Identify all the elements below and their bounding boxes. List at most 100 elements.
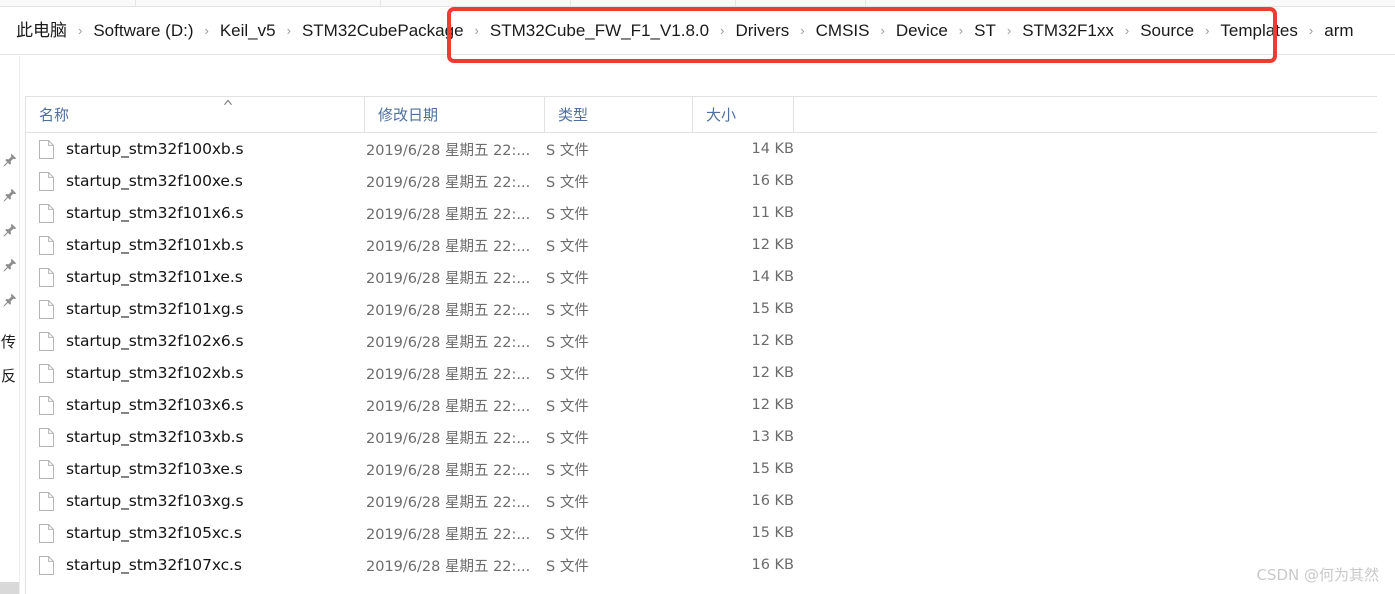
rail-label-0[interactable]: 传 <box>1 331 19 352</box>
pushpin-icon[interactable] <box>2 222 18 238</box>
text-file-icon <box>39 427 54 447</box>
cell-date-modified: 2019/6/28 星期五 22:... <box>366 430 531 447</box>
cell-size: 12 KB <box>751 397 794 413</box>
breadcrumb-separator-icon: › <box>800 22 805 38</box>
breadcrumb-item-1[interactable]: Software (D:) <box>89 17 197 45</box>
file-name-label: startup_stm32f103x6.s <box>66 396 244 414</box>
table-row[interactable]: startup_stm32f100xb.s 2019/6/28 星期五 22:..… <box>26 133 1377 165</box>
cell-name: startup_stm32f100xb.s <box>39 139 244 159</box>
breadcrumb-item-4[interactable]: STM32Cube_FW_F1_V1.8.0 <box>486 17 713 45</box>
cell-name: startup_stm32f101xg.s <box>39 299 244 319</box>
text-file-icon <box>39 555 54 575</box>
table-row[interactable]: startup_stm32f103xe.s 2019/6/28 星期五 22:..… <box>26 453 1377 485</box>
table-row[interactable]: startup_stm32f105xc.s 2019/6/28 星期五 22:..… <box>26 517 1377 549</box>
cell-name: startup_stm32f107xc.s <box>39 555 242 575</box>
file-name-label: startup_stm32f102x6.s <box>66 332 244 350</box>
column-header-2[interactable]: 类型 <box>545 97 693 132</box>
breadcrumb-item-0[interactable]: 此电脑 <box>12 17 71 45</box>
cell-size: 15 KB <box>751 461 794 477</box>
breadcrumb-item-7[interactable]: Device <box>892 17 952 45</box>
column-header-row[interactable]: 名称 修改日期 类型 大小 <box>26 97 1377 133</box>
cell-date-modified: 2019/6/28 星期五 22:... <box>366 494 531 511</box>
cell-date-modified: 2019/6/28 星期五 22:... <box>366 366 531 383</box>
breadcrumb-item-11[interactable]: Templates <box>1216 17 1301 45</box>
breadcrumb-item-12[interactable]: arm <box>1320 17 1357 45</box>
watermark: CSDN @何为其然 <box>1256 566 1379 584</box>
text-file-icon <box>39 459 54 479</box>
breadcrumb-item-3[interactable]: STM32CubePackage <box>298 17 468 45</box>
breadcrumb-separator-icon: › <box>474 22 479 38</box>
cell-size: 13 KB <box>751 429 794 445</box>
text-file-icon <box>39 491 54 511</box>
table-row[interactable]: startup_stm32f107xc.s 2019/6/28 星期五 22:..… <box>26 549 1377 581</box>
breadcrumb-item-2[interactable]: Keil_v5 <box>216 17 280 45</box>
breadcrumb-item-9[interactable]: STM32F1xx <box>1018 17 1118 45</box>
table-row[interactable]: startup_stm32f100xe.s 2019/6/28 星期五 22:..… <box>26 165 1377 197</box>
table-row[interactable]: startup_stm32f103xg.s 2019/6/28 星期五 22:..… <box>26 485 1377 517</box>
file-name-label: startup_stm32f101xe.s <box>66 268 243 286</box>
table-row[interactable]: startup_stm32f101xe.s 2019/6/28 星期五 22:..… <box>26 261 1377 293</box>
breadcrumb-item-5[interactable]: Drivers <box>731 17 793 45</box>
pushpin-icon[interactable] <box>2 187 18 203</box>
text-file-icon <box>39 267 54 287</box>
breadcrumb-item-8[interactable]: ST <box>970 17 1000 45</box>
file-name-label: startup_stm32f103xe.s <box>66 460 243 478</box>
column-header-3[interactable]: 大小 <box>693 97 794 132</box>
file-name-label: startup_stm32f101xg.s <box>66 300 244 318</box>
file-rows: startup_stm32f100xb.s 2019/6/28 星期五 22:..… <box>26 133 1377 581</box>
table-row[interactable]: startup_stm32f101xg.s 2019/6/28 星期五 22:..… <box>26 293 1377 325</box>
rail-scroll-thumb[interactable] <box>0 582 19 594</box>
cell-type: S 文件 <box>546 430 589 447</box>
cell-size: 12 KB <box>751 365 794 381</box>
cell-name: startup_stm32f103xg.s <box>39 491 244 511</box>
breadcrumb-separator-icon: › <box>1205 22 1210 38</box>
column-header-0[interactable]: 名称 <box>26 97 365 132</box>
cell-type: S 文件 <box>546 142 589 159</box>
table-row[interactable]: startup_stm32f103xb.s 2019/6/28 星期五 22:..… <box>26 421 1377 453</box>
rail-label-1[interactable]: 反 <box>1 365 19 386</box>
table-row[interactable]: startup_stm32f103x6.s 2019/6/28 星期五 22:..… <box>26 389 1377 421</box>
pushpin-icon[interactable] <box>2 292 18 308</box>
breadcrumb[interactable]: 此电脑 › Software (D:) › Keil_v5 › STM32CubePacka… <box>0 7 1395 55</box>
cell-name: startup_stm32f100xe.s <box>39 171 243 191</box>
cell-name: startup_stm32f103x6.s <box>39 395 244 415</box>
table-row[interactable]: startup_stm32f102xb.s 2019/6/28 星期五 22:..… <box>26 357 1377 389</box>
file-name-label: startup_stm32f102xb.s <box>66 364 244 382</box>
file-name-label: startup_stm32f101xb.s <box>66 236 244 254</box>
table-row[interactable]: startup_stm32f101xb.s 2019/6/28 星期五 22:..… <box>26 229 1377 261</box>
breadcrumb-item-6[interactable]: CMSIS <box>812 17 874 45</box>
table-row[interactable]: startup_stm32f101x6.s 2019/6/28 星期五 22:..… <box>26 197 1377 229</box>
breadcrumb-item-10[interactable]: Source <box>1136 17 1198 45</box>
cell-name: startup_stm32f101xe.s <box>39 267 243 287</box>
cell-type: S 文件 <box>546 302 589 319</box>
text-file-icon <box>39 331 54 351</box>
left-rail-divider <box>19 56 20 594</box>
cell-date-modified: 2019/6/28 星期五 22:... <box>366 302 531 319</box>
cell-type: S 文件 <box>546 398 589 415</box>
cell-date-modified: 2019/6/28 星期五 22:... <box>366 270 531 287</box>
cell-size: 12 KB <box>751 333 794 349</box>
cell-date-modified: 2019/6/28 星期五 22:... <box>366 142 531 159</box>
breadcrumb-separator-icon: › <box>286 22 291 38</box>
pushpin-icon[interactable] <box>2 152 18 168</box>
breadcrumb-separator-icon: › <box>1308 22 1314 38</box>
cell-size: 16 KB <box>751 493 794 509</box>
text-file-icon <box>39 171 54 191</box>
cell-size: 11 KB <box>751 205 794 221</box>
cell-type: S 文件 <box>546 334 589 351</box>
cell-type: S 文件 <box>546 238 589 255</box>
cell-size: 16 KB <box>751 557 794 573</box>
cell-size: 15 KB <box>751 301 794 317</box>
file-name-label: startup_stm32f107xc.s <box>66 556 242 574</box>
column-header-1[interactable]: 修改日期 <box>365 97 545 132</box>
file-name-label: startup_stm32f103xg.s <box>66 492 244 510</box>
text-file-icon <box>39 203 54 223</box>
cell-name: startup_stm32f103xe.s <box>39 459 243 479</box>
table-row[interactable]: startup_stm32f102x6.s 2019/6/28 星期五 22:..… <box>26 325 1377 357</box>
pushpin-icon[interactable] <box>2 257 18 273</box>
file-list-panel: 名称 修改日期 类型 大小 startup_stm32f100xb.s 2019/6/2… <box>25 96 1377 594</box>
file-name-label: startup_stm32f100xb.s <box>66 140 244 158</box>
file-name-label: startup_stm32f103xb.s <box>66 428 244 446</box>
breadcrumb-separator-icon: › <box>204 22 209 38</box>
cell-date-modified: 2019/6/28 星期五 22:... <box>366 334 531 351</box>
